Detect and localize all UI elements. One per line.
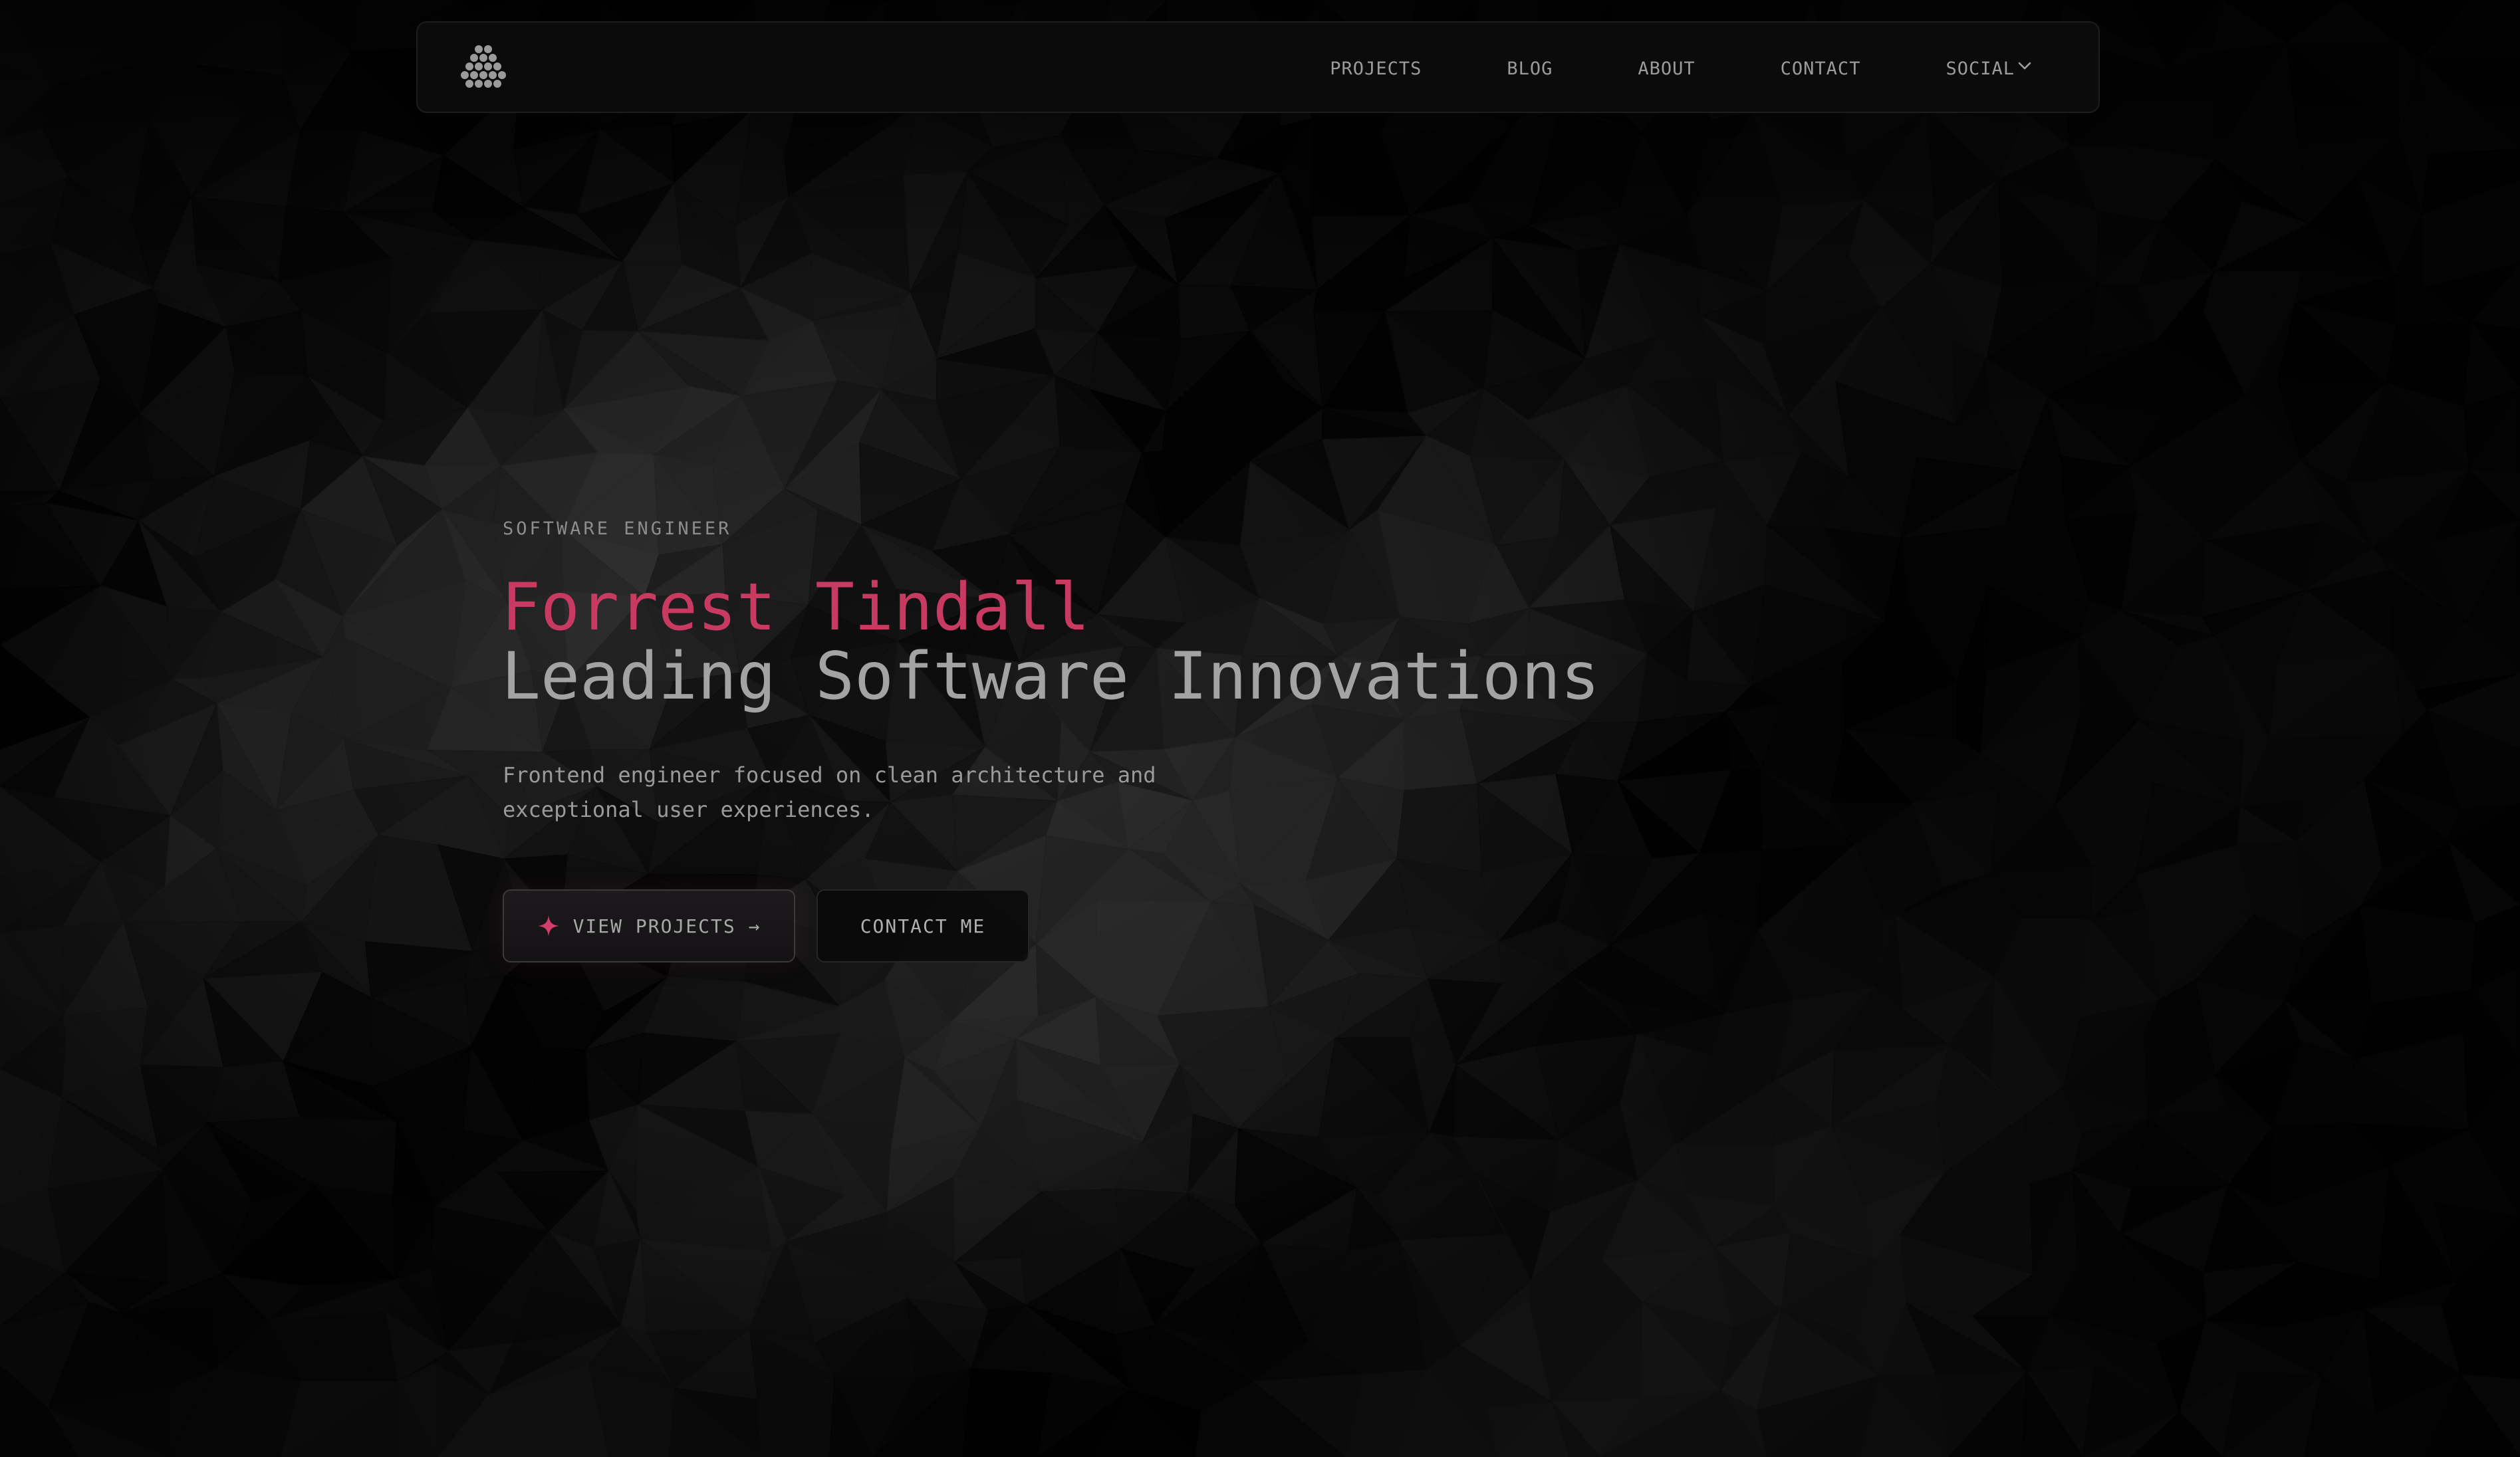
hero-eyebrow: SOFTWARE ENGINEER	[503, 518, 732, 539]
contact-me-label: CONTACT ME	[860, 915, 986, 937]
view-projects-label: VIEW PROJECTS →	[572, 915, 761, 937]
hexagon-cluster-logo-icon[interactable]	[459, 44, 509, 94]
nav-links: PROJECTS BLOG ABOUT CONTACT SOCIAL	[1330, 23, 2033, 114]
chevron-down-icon[interactable]	[2016, 57, 2033, 74]
hero-description: Frontend engineer focused on clean archi…	[503, 762, 1156, 822]
low-poly-background	[0, 0, 2520, 1457]
nav-link-projects[interactable]: PROJECTS	[1330, 58, 1422, 79]
nav-link-social[interactable]: SOCIAL	[1946, 58, 2015, 79]
contact-me-button[interactable]: CONTACT ME	[817, 889, 1029, 962]
hero-tagline: Leading Software Innovations	[501, 639, 1600, 715]
hero-headline: Forrest Tindall Leading Software Innovat…	[501, 573, 1600, 711]
sparkle-icon	[537, 915, 559, 937]
hero-name: Forrest Tindall	[501, 570, 1090, 645]
nav-link-contact[interactable]: CONTACT	[1781, 58, 1861, 79]
page: PROJECTS BLOG ABOUT CONTACT SOCIAL SOFTW…	[0, 0, 2520, 1457]
top-navbar: PROJECTS BLOG ABOUT CONTACT SOCIAL	[416, 21, 2100, 113]
view-projects-button[interactable]: VIEW PROJECTS →	[503, 889, 795, 962]
nav-link-blog[interactable]: BLOG	[1507, 58, 1553, 79]
nav-link-about[interactable]: ABOUT	[1638, 58, 1695, 79]
social-dropdown[interactable]: SOCIAL	[1946, 58, 2033, 79]
